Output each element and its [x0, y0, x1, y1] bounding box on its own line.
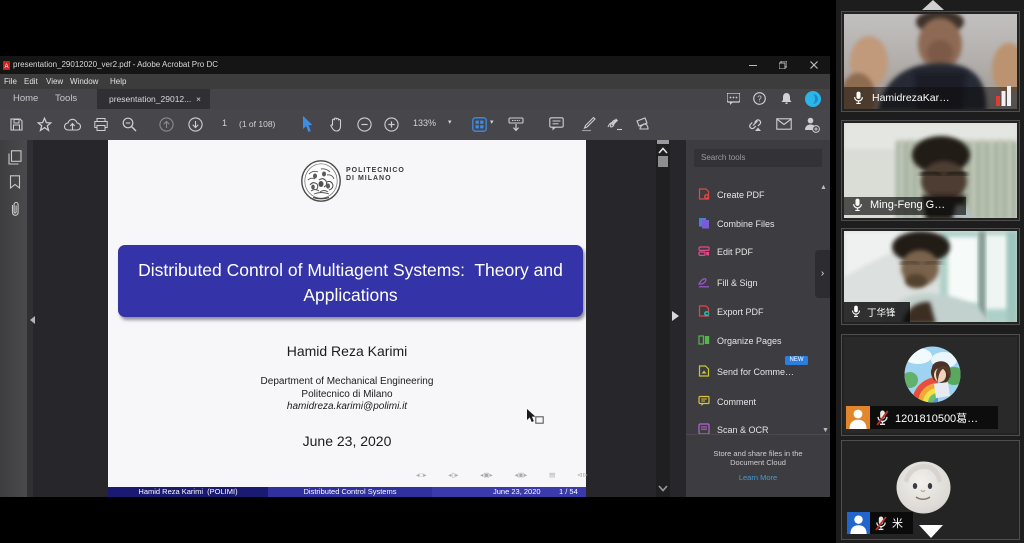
svg-text:A: A — [4, 64, 8, 70]
svg-text:?: ? — [757, 94, 762, 103]
